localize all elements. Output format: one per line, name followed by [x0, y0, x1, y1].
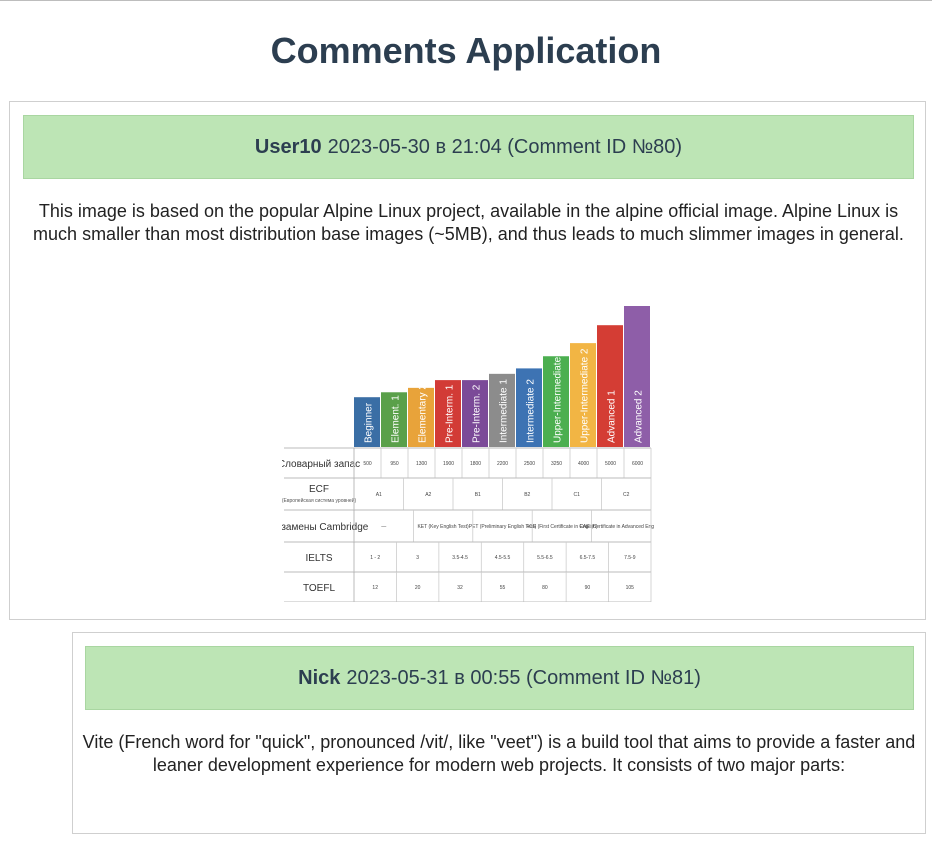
table-cell: 3250 [551, 461, 562, 467]
comment-image-chart: Beginner Element. 1 Elementary 2 Pre-Interm… [270, 302, 664, 603]
comment-header: Nick 2023-05-31 в 00:55 (Comment ID №81) [85, 646, 914, 710]
table-cell: 500 [363, 461, 372, 467]
table-cell: 6000 [632, 461, 643, 467]
table-cell: 2200 [497, 461, 508, 467]
chart-bar-label: Intermediate 2 [526, 379, 537, 443]
table-row-label: TOEFL [303, 583, 335, 594]
comment-author[interactable]: Nick [298, 667, 340, 690]
table-cell: 4.5-5.5 [495, 555, 511, 561]
chart-bar-label: Upper-Intermediate 1 [553, 348, 564, 443]
table-cell: 1800 [470, 461, 481, 467]
table-cell: KET (Key English Test) [417, 524, 469, 530]
levels-chart: Beginner Element. 1 Elementary 2 Pre-Interm… [270, 306, 664, 603]
table-row-label: Экзамены Cambridge [282, 522, 369, 533]
table-cell: 1 - 2 [370, 555, 380, 561]
table-cell: 5.5-6.5 [537, 555, 553, 561]
comment-meta: 2023-05-31 в 00:55 (Comment ID №81) [346, 666, 701, 689]
table-cell: 4000 [578, 461, 589, 467]
chart-bar-label: Element. 1 [391, 395, 402, 443]
table-cell: 3 [416, 555, 419, 561]
table-cell: C2 [623, 492, 630, 498]
table-cell: 3.5-4.5 [452, 555, 468, 561]
comment-header: User10 2023-05-30 в 21:04 (Comment ID №8… [23, 115, 914, 179]
table-cell: 32 [457, 585, 463, 591]
table-row-label: IELTS [305, 553, 332, 564]
table-cell: 7.5-9 [624, 555, 636, 561]
table-cell: 2500 [524, 461, 535, 467]
chart-bar-label: Pre-Interm. 1 [445, 384, 456, 443]
table-cell: C1 [574, 492, 581, 498]
table-cell: 5000 [605, 461, 616, 467]
chart-bar-label: Beginner [364, 402, 375, 443]
chart-bar-label: Advanced 1 [607, 390, 618, 443]
table-cell: 950 [390, 461, 399, 467]
chart-bar-label: Intermediate 1 [499, 379, 510, 443]
table-cell: 12 [372, 585, 378, 591]
table-cell: 1300 [416, 461, 427, 467]
chart-bar-label: Upper-Intermediate 2 [580, 348, 591, 443]
table-cell: 1900 [443, 461, 454, 467]
chart-bar-label: Advanced 2 [634, 390, 645, 443]
table-cell: 6.5-7.5 [580, 555, 596, 561]
table-row-label: ECF [309, 484, 329, 495]
table-cell: 80 [542, 585, 548, 591]
table-cell: — [381, 524, 386, 530]
table-row-sublabel: (Европейская система уровней) [282, 497, 356, 504]
table-row-label: Словарный запас [282, 459, 360, 470]
table-cell: 55 [500, 585, 506, 591]
comment-meta: 2023-05-30 в 21:04 (Comment ID №80) [327, 135, 683, 158]
table-cell: B1 [475, 492, 481, 498]
table-cell: 105 [626, 585, 635, 591]
table-cell: 90 [585, 585, 591, 591]
comment-text: Vite (French word for "quick", pronounce… [82, 732, 916, 775]
comment-card: Nick 2023-05-31 в 00:55 (Comment ID №81)… [72, 632, 926, 834]
comment-card: User10 2023-05-30 в 21:04 (Comment ID №8… [9, 101, 926, 620]
chart-bar-label: Elementary 2 [418, 384, 429, 443]
table-cell: A2 [425, 492, 431, 498]
chart-bar-label: Pre-Interm. 2 [472, 384, 483, 443]
page-title: Comments Application [270, 30, 662, 71]
table-cell: A1 [376, 492, 382, 498]
comment-author[interactable]: User10 [255, 136, 322, 159]
table-cell: B2 [524, 492, 530, 498]
table-cell: 20 [415, 585, 421, 591]
table-cell: CAE (Certificate in Advanced English) [579, 524, 654, 530]
comment-text: This image is based on the popular Alpin… [33, 201, 904, 244]
